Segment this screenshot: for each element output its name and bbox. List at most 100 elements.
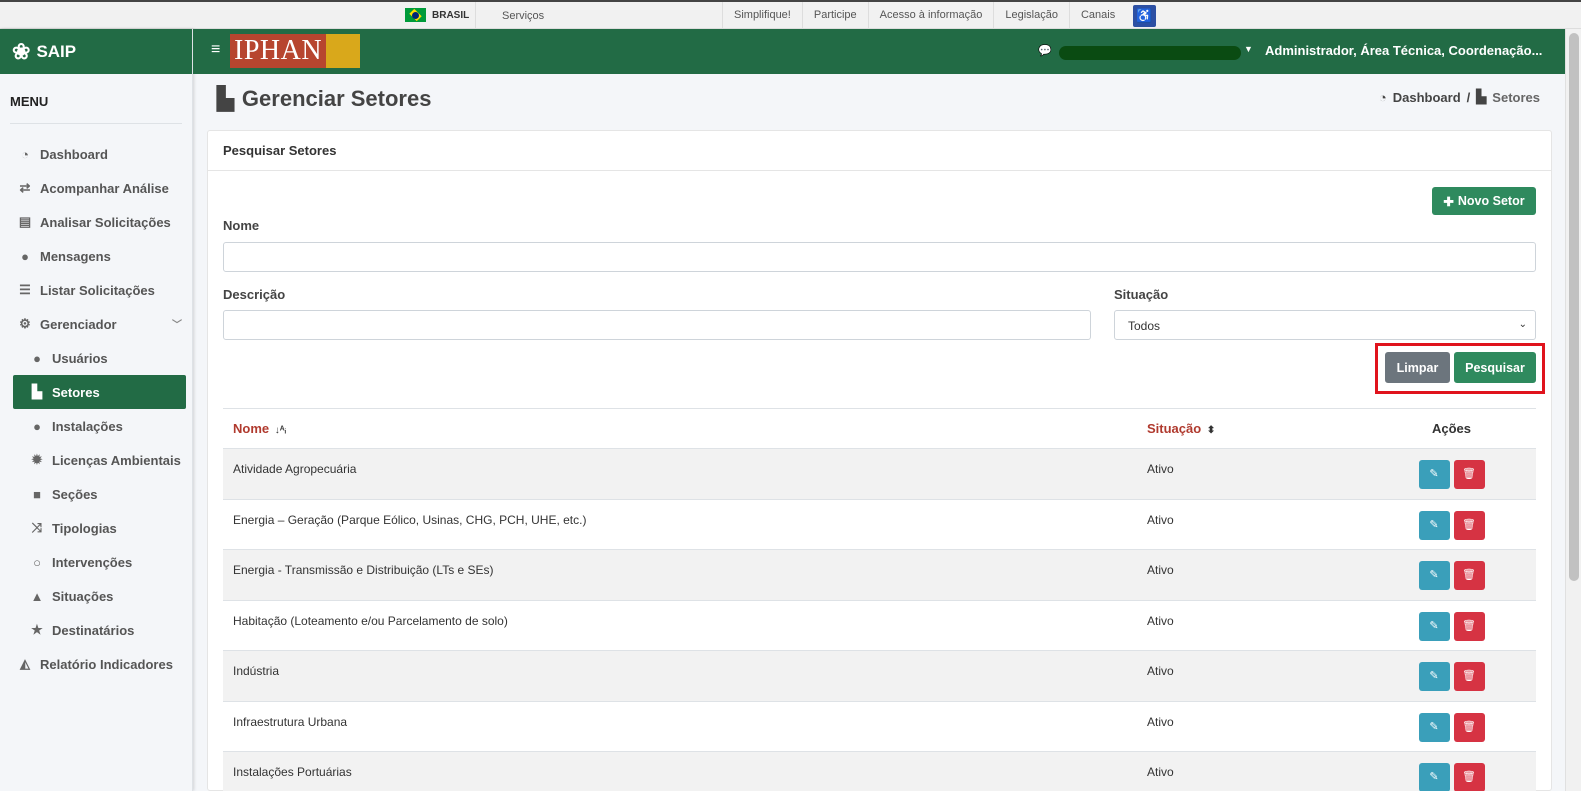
chat-icon[interactable]: 💬	[1038, 44, 1052, 57]
users-icon: ●	[33, 350, 41, 366]
trash-icon[interactable]: 🗑	[1453, 510, 1485, 540]
sort-alpha-icon: ↓ᴬᵢ	[274, 425, 287, 436]
industry-icon: ▙	[1476, 89, 1487, 104]
page-scrollbar[interactable]	[1565, 29, 1581, 791]
brand-name: SAIP	[36, 41, 77, 61]
sidebar-item-secoes[interactable]: ■ Seções	[0, 477, 192, 511]
cell-acoes: ✎ 🗑	[1367, 701, 1536, 752]
sectors-table: Nome ↓ᴬᵢ Situação ⬍ Ações Atividade Agro…	[223, 408, 1536, 791]
saip-logo-icon: ❀	[12, 38, 31, 64]
nome-input[interactable]	[223, 242, 1536, 272]
iphan-logo-mark	[326, 34, 361, 68]
situacao-select[interactable]: Todos ⌄	[1114, 310, 1536, 340]
area-chart-icon: ◭	[20, 656, 30, 671]
random-icon: ⤨	[31, 520, 43, 535]
cell-situacao: Ativo	[1137, 549, 1367, 601]
sidebar-item-listar-solicitacoes[interactable]: ☰ Listar Solicitações	[0, 273, 192, 307]
sidebar-item-destinatarios[interactable]: ★ Destinatários	[0, 613, 192, 647]
gov-link-simplifique[interactable]: Simplifique!	[722, 2, 802, 29]
sidebar-item-situacoes[interactable]: ▲ Situações	[0, 579, 192, 613]
cell-acoes: ✎ 🗑	[1367, 751, 1536, 791]
iphan-logo[interactable]: IPHAN	[230, 34, 361, 68]
square-icon: ■	[33, 486, 41, 502]
sidebar-item-acompanhar-analise[interactable]: ⇄ Acompanhar Análise	[0, 171, 192, 205]
brazil-flag-icon	[405, 8, 426, 22]
sidebar-nav: ◔ Dashboard ⇄ Acompanhar Análise ▤ Analisar…	[0, 137, 192, 681]
sidebar: ❀ SAIP MENU ◔ Dashboard ⇄ Acompanhar Análi…	[0, 29, 193, 791]
table-row: Instalações Portuárias Ativo ✎ 🗑	[223, 751, 1536, 791]
circle-icon: ●	[33, 418, 41, 434]
gov-link-acesso[interactable]: Acesso à informação	[867, 2, 994, 29]
chevron-down-icon: ﹀	[172, 320, 182, 331]
list-icon: ☰	[19, 282, 31, 297]
sidebar-item-gerenciador[interactable]: ⚙ Gerenciador ﹀	[0, 307, 192, 341]
edit-icon[interactable]: ✎	[1418, 561, 1450, 590]
situacao-label: Situação	[1114, 287, 1169, 302]
sidebar-item-intervencoes[interactable]: ○ Intervenções	[0, 545, 192, 579]
edit-icon[interactable]: ✎	[1418, 510, 1450, 540]
sidebar-item-label: Analisar Solicitações	[40, 214, 171, 230]
search-button[interactable]: Pesquisar	[1454, 352, 1536, 383]
cell-acoes: ✎ 🗑	[1367, 600, 1536, 651]
trash-icon[interactable]: 🗑	[1453, 662, 1485, 691]
industry-icon: ▙	[217, 86, 234, 111]
breadcrumb-home[interactable]: Dashboard	[1393, 90, 1461, 105]
menu-title: MENU	[10, 94, 182, 124]
brand[interactable]: ❀ SAIP	[0, 29, 192, 74]
trash-icon[interactable]: 🗑	[1453, 561, 1485, 590]
edit-icon[interactable]: ✎	[1418, 712, 1450, 742]
page-title-text: Gerenciar Setores	[241, 86, 432, 111]
sidebar-item-mensagens[interactable]: ● Mensagens	[0, 239, 192, 273]
sidebar-item-label: Relatório Indicadores	[40, 656, 173, 672]
hamburger-menu-icon[interactable]: ≡	[211, 41, 220, 59]
trash-icon[interactable]: 🗑	[1453, 712, 1485, 742]
col-header-situacao[interactable]: Situação ⬍	[1137, 408, 1367, 449]
gov-link-legislacao[interactable]: Legislação	[993, 2, 1069, 29]
sidebar-item-label: Instalações	[52, 418, 123, 434]
sidebar-item-tipologias[interactable]: ⤨ Tipologias	[0, 511, 192, 545]
trash-icon[interactable]: 🗑	[1453, 763, 1485, 791]
sidebar-item-relatorio-indicadores[interactable]: ◭ Relatório Indicadores	[0, 647, 192, 681]
sidebar-item-analisar-solicitacoes[interactable]: ▤ Analisar Solicitações	[0, 205, 192, 239]
trash-icon[interactable]: 🗑	[1453, 460, 1485, 489]
new-sector-button[interactable]: ✚ Novo Setor	[1432, 187, 1536, 215]
sidebar-item-label: Acompanhar Análise	[40, 180, 169, 196]
cell-acoes: ✎ 🗑	[1367, 448, 1536, 500]
scrollbar-thumb[interactable]	[1569, 33, 1579, 581]
gov-link-participe[interactable]: Participe	[801, 2, 868, 29]
descricao-input[interactable]	[223, 310, 1091, 340]
sidebar-item-label: Dashboard	[40, 146, 108, 162]
edit-icon[interactable]: ✎	[1418, 611, 1450, 641]
clear-button[interactable]: Limpar	[1385, 352, 1450, 383]
trash-icon[interactable]: 🗑	[1453, 611, 1485, 641]
servicos-link[interactable]: Serviços	[502, 10, 544, 22]
sidebar-item-setores[interactable]: ▙ Setores	[13, 375, 186, 409]
brasil-link[interactable]: BRASIL	[405, 8, 469, 22]
card-title: Pesquisar Setores	[208, 131, 1551, 171]
sidebar-item-usuarios[interactable]: ● Usuários	[0, 341, 192, 375]
col-header-nome[interactable]: Nome ↓ᴬᵢ	[223, 408, 1137, 449]
cogs-icon: ⚙	[19, 316, 31, 331]
cell-situacao: Ativo	[1137, 600, 1367, 651]
caret-down-icon[interactable]: ▼	[1244, 44, 1253, 54]
book-icon: ▤	[18, 214, 32, 229]
edit-icon[interactable]: ✎	[1418, 662, 1450, 691]
edit-icon[interactable]: ✎	[1418, 763, 1450, 791]
edit-icon[interactable]: ✎	[1418, 460, 1450, 489]
table-header-row: Nome ↓ᴬᵢ Situação ⬍ Ações	[223, 408, 1536, 449]
dashboard-icon: ◔	[21, 146, 29, 162]
sidebar-item-licencas-ambientais[interactable]: ✹ Licenças Ambientais	[0, 443, 192, 477]
sort-icon: ⬍	[1206, 425, 1216, 436]
col-header-label: Nome	[233, 421, 270, 436]
user-profile-label[interactable]: Administrador, Área Técnica, Coordenação…	[1265, 43, 1542, 58]
table-row: Atividade Agropecuária Ativo ✎ 🗑	[223, 448, 1536, 500]
cell-acoes: ✎ 🗑	[1367, 549, 1536, 601]
cell-nome: Instalações Portuárias	[223, 751, 1137, 791]
sidebar-item-dashboard[interactable]: ◔ Dashboard	[0, 137, 192, 171]
table-row: Energia - Transmissão e Distribuição (LT…	[223, 549, 1536, 601]
gov-link-canais[interactable]: Canais	[1068, 2, 1126, 29]
col-header-acoes: Ações	[1367, 408, 1536, 449]
sidebar-item-label: Gerenciador	[40, 316, 117, 332]
accessibility-icon[interactable]: ♿	[1133, 5, 1156, 27]
sidebar-item-instalacoes[interactable]: ● Instalações	[0, 409, 192, 443]
